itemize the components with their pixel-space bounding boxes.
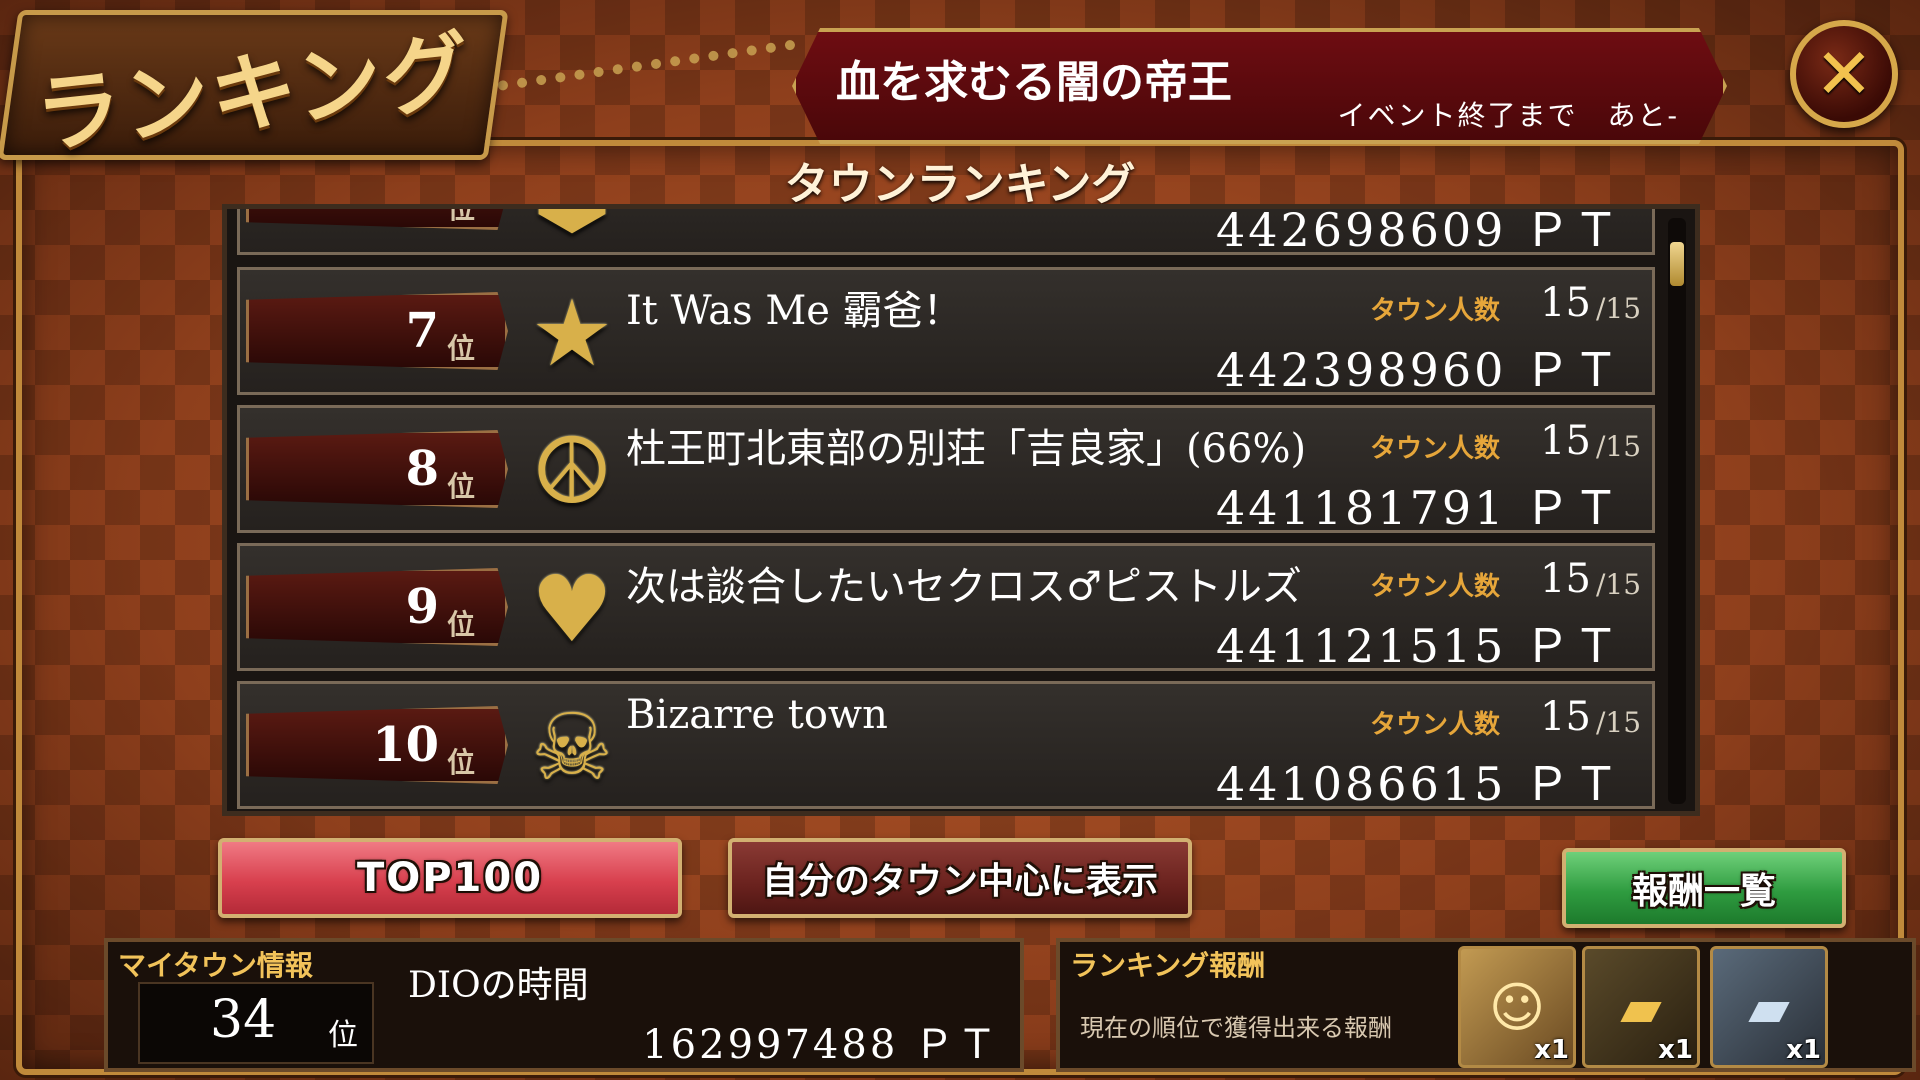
scrollbar-thumb[interactable] <box>1670 242 1684 286</box>
my-town-points: 162997488 ＰＴ <box>642 1022 1000 1068</box>
rank-unit: 位 <box>446 204 475 225</box>
members-count: 15 <box>1540 556 1591 602</box>
reward-quantity: x1 <box>1534 1035 1569 1065</box>
town-name: 次は談合したいセクロス♂ピストルズ <box>626 564 1302 610</box>
members-count: 15 <box>1540 694 1591 740</box>
event-remaining: イベント終了まで あと- <box>1337 99 1679 132</box>
town-name: 杜王町北東部の別荘「吉良家」(66%) <box>626 426 1307 472</box>
star-icon: ★ <box>530 280 614 387</box>
members-max: /15 <box>1596 568 1642 601</box>
town-points: 441086615 ＰＴ <box>1215 757 1622 811</box>
rank-plate: 7 位 <box>246 292 508 370</box>
ranking-row[interactable]: 7 位 ★ It Was Me 霸爸！ タウン人数 15 /15 4423989… <box>237 267 1655 397</box>
rank-number: 7 <box>405 303 439 359</box>
rank-plate: 10 位 <box>246 706 508 784</box>
reward-item[interactable]: ☺ x1 <box>1458 946 1576 1068</box>
rank-unit: 位 <box>446 470 475 503</box>
members-label: タウン人数 <box>1370 434 1501 464</box>
members-label: タウン人数 <box>1370 296 1501 326</box>
members-max: /15 <box>1596 430 1642 463</box>
town-name: Bizarre town <box>626 692 888 738</box>
my-town-panel: マイタウン情報 34 位 DIOの時間 162997488 ＰＴ <box>104 938 1024 1072</box>
gold-ticket-icon: ▰ <box>1620 975 1662 1039</box>
my-town-rank-box: 34 位 <box>138 982 374 1064</box>
ranking-row[interactable]: 9 位 ♥ 次は談合したいセクロス♂ピストルズ タウン人数 15 /15 441… <box>237 543 1655 673</box>
members-label: タウン人数 <box>1370 710 1501 740</box>
members-max: /15 <box>1596 292 1642 325</box>
ranking-row[interactable]: 10 位 ☠ Bizarre town タウン人数 15 /15 4410866… <box>237 681 1655 811</box>
list-scrollbar[interactable] <box>1668 218 1686 804</box>
rank-unit: 位 <box>446 746 475 779</box>
heart-icon: ♥ <box>530 556 614 663</box>
ranking-row[interactable]: 位 ⬢ 442698609 ＰＴ <box>237 204 1655 257</box>
reward-quantity: x1 <box>1786 1035 1821 1065</box>
event-title: 血を求むる闇の帝王 <box>836 57 1232 108</box>
rank-unit: 位 <box>446 332 475 365</box>
rank-unit: 位 <box>446 608 475 641</box>
rank-plate: 位 <box>246 204 508 230</box>
close-icon: ✕ <box>1814 33 1874 115</box>
skull-icon: ☠ <box>530 694 614 801</box>
members-label: タウン人数 <box>1370 572 1501 602</box>
ranking-list[interactable]: 位 ⬢ 442698609 ＰＴ 7 位 ★ It Was Me 霸爸！ タウン… <box>222 204 1700 816</box>
ranking-row[interactable]: 8 位 ☮ 杜王町北東部の別荘「吉良家」(66%) タウン人数 15 /15 4… <box>237 405 1655 535</box>
rank-plate: 9 位 <box>246 568 508 646</box>
character-card-icon: ☺ <box>1488 975 1546 1039</box>
page-title: ランキング <box>31 20 477 167</box>
members-count: 15 <box>1540 280 1591 326</box>
members-count: 15 <box>1540 418 1591 464</box>
center-on-my-town-button[interactable]: 自分のタウン中心に表示 <box>728 838 1192 918</box>
town-points: 441121515 ＰＴ <box>1215 619 1622 673</box>
crest-icon: ⬢ <box>522 209 622 244</box>
silver-ticket-icon: ▰ <box>1748 975 1790 1039</box>
rank-number: 9 <box>405 579 439 635</box>
town-points: 442698609 ＰＴ <box>1215 204 1622 257</box>
top100-button[interactable]: TOP100 <box>218 838 682 918</box>
my-town-rank-unit: 位 <box>328 1018 358 1053</box>
section-title: タウンランキング <box>784 159 1136 210</box>
rank-plate: 8 位 <box>246 430 508 508</box>
reward-description: 現在の順位で獲得出来る報酬 <box>1080 1014 1392 1042</box>
rank-number: 8 <box>405 441 439 497</box>
reward-label: ランキング報酬 <box>1070 949 1266 982</box>
my-town-label: マイタウン情報 <box>118 949 313 982</box>
reward-item[interactable]: ▰ x1 <box>1710 946 1828 1068</box>
close-button[interactable]: ✕ <box>1790 20 1898 128</box>
title-plate: ランキング <box>0 10 509 166</box>
reward-quantity: x1 <box>1658 1035 1693 1065</box>
reward-item[interactable]: ▰ x1 <box>1582 946 1700 1068</box>
members-max: /15 <box>1596 706 1642 739</box>
event-header: 血を求むる闇の帝王 イベント終了まで あと- <box>792 28 1727 144</box>
town-points: 441181791 ＰＴ <box>1215 481 1622 535</box>
my-town-rank: 34 <box>210 990 277 1050</box>
town-name: It Was Me 霸爸！ <box>626 288 963 334</box>
reward-list-button[interactable]: 報酬一覧 <box>1562 848 1846 928</box>
rank-number: 10 <box>372 717 439 773</box>
ranking-reward-panel: ランキング報酬 現在の順位で獲得出来る報酬 ☺ x1 ▰ x1 ▰ x1 <box>1056 938 1916 1072</box>
my-town-name: DIOの時間 <box>408 965 589 1006</box>
peace-icon: ☮ <box>530 418 614 525</box>
town-points: 442398960 ＰＴ <box>1215 343 1622 397</box>
